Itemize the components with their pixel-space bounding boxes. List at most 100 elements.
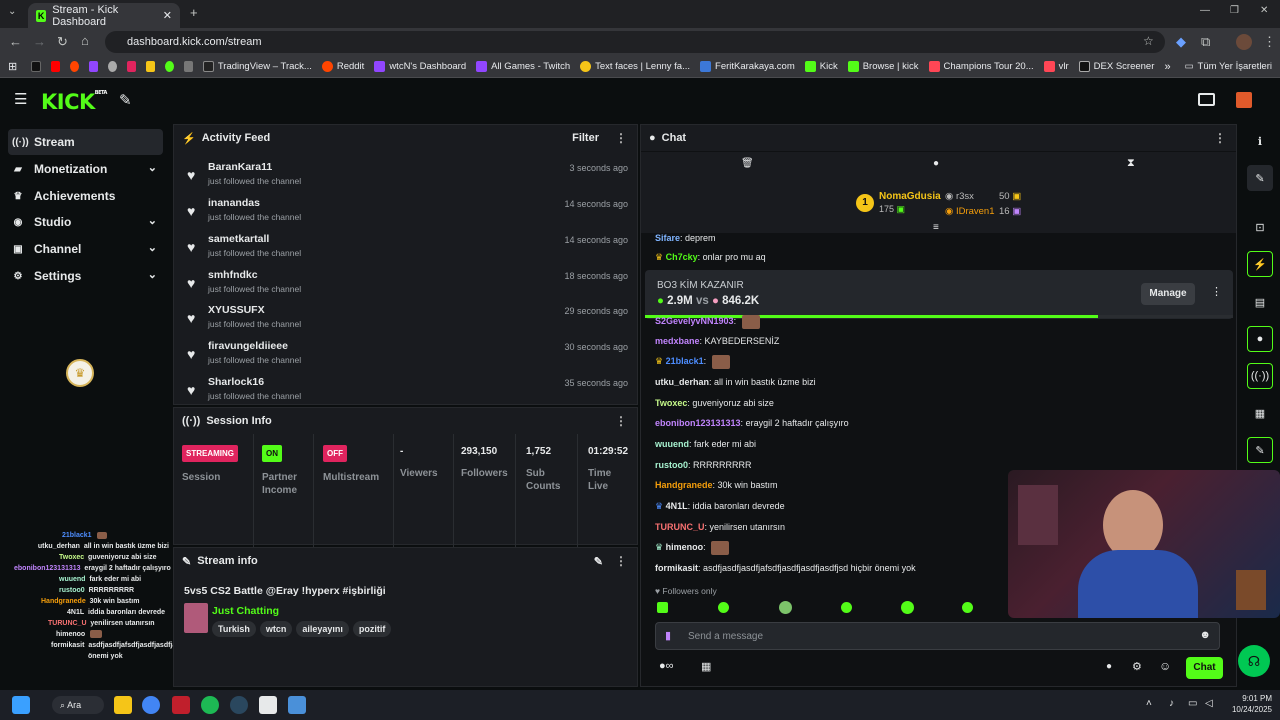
broadcast-icon[interactable]: ((·)) [1247,363,1273,389]
new-tab-icon[interactable]: + [190,5,198,20]
bookmark-tradingview[interactable]: TradingView – Track... [202,61,312,72]
clipboard-icon[interactable]: ▤ [1247,289,1273,315]
more-options-icon[interactable]: ⋮ [615,131,627,145]
collapse-icon[interactable]: ≡ [933,222,939,233]
emoji-icon[interactable]: ☻ [1199,629,1211,641]
more-options-icon[interactable]: ⋮ [615,414,627,428]
chat-settings-bubble-icon[interactable]: ● [1106,661,1112,672]
clock[interactable]: 9:01 PM 10/24/2025 [1222,693,1272,715]
x-bookmark-icon[interactable] [31,61,41,72]
tray-arrow-icon[interactable]: ˄ [1146,698,1152,709]
lightning-icon[interactable]: ⚡ [1247,251,1273,277]
steam-icon[interactable] [230,696,248,714]
bookmark-text-faces[interactable]: Text faces | Lenny fa... [580,61,690,72]
bookmark-vlr[interactable]: vlr [1043,61,1069,72]
y-bookmark-icon[interactable] [126,61,136,72]
sidebar-item-studio[interactable]: ◉ Studio ⌄ [8,209,163,235]
edit-icon[interactable]: ✎ [1247,165,1273,191]
youtube-bookmark-icon[interactable] [50,61,60,72]
tag[interactable]: wtcn [259,621,293,637]
notepad-icon[interactable] [288,696,306,714]
gear-icon[interactable]: ⚙ [1132,660,1142,673]
all-bookmarks-folder[interactable]: ▭ Tüm Yer İşaretleri [1185,61,1272,72]
menu-icon[interactable]: ⋮ [1263,34,1276,50]
wrench-icon[interactable]: ✎ [1247,437,1273,463]
globe-bookmark-icon[interactable] [107,61,117,72]
extensions-puzzle-icon[interactable]: ⧉ [1201,34,1210,50]
bookmark-browse-kick[interactable]: Browse | kick [847,61,919,72]
sidebar-item-settings[interactable]: ⚙ Settings ⌄ [8,263,163,289]
emote-picker-icon[interactable]: ☺ [1159,659,1171,673]
emote-icon[interactable] [962,602,973,613]
browser-tab[interactable]: K Stream - Kick Dashboard ✕ [28,3,180,28]
category-thumbnail[interactable] [184,603,208,633]
maximize-icon[interactable]: ❐ [1230,5,1239,16]
bookmark-kick[interactable]: Kick [804,61,838,72]
sidebar-item-channel[interactable]: ▣ Channel ⌄ [8,236,163,262]
bookmark-reddit[interactable]: Reddit [321,61,364,72]
tab-list-icon[interactable]: ⌄ [8,6,16,17]
send-chat-button[interactable]: Chat [1186,657,1223,679]
kick-logo[interactable]: KICKBETA [41,90,107,114]
more-options-icon[interactable]: ⋮ [615,554,627,568]
hamburger-menu-icon[interactable]: ☰ [14,90,27,108]
back-icon[interactable]: ← [9,34,22,49]
mic-tray-icon[interactable]: ♪ [1169,698,1174,709]
url-field[interactable]: dashboard.kick.com/stream [105,31,1165,53]
hourglass-icon[interactable]: ⧗ [1127,157,1135,170]
bookmark-dex-screener[interactable]: DEX Screener [1078,61,1154,72]
app-icon[interactable] [172,696,190,714]
mic-icon[interactable]: ▮ [665,629,671,642]
edit-pencil-icon[interactable]: ✎ [594,555,603,568]
bookmark-star-icon[interactable]: ☆ [1143,34,1154,48]
sidebar-item-stream[interactable]: ((·)) Stream [8,129,163,155]
network-icon[interactable]: ▭ [1188,698,1197,709]
tag[interactable]: Turkish [212,621,256,637]
emote-icon[interactable] [841,602,852,613]
more-options-icon[interactable]: ⋮ [1214,131,1226,145]
info-icon[interactable]: ℹ [1247,128,1273,154]
twitch-bookmark-icon[interactable] [88,61,98,72]
more-bookmarks-icon[interactable]: » [1164,61,1170,73]
layout-icon[interactable]: ▦ [1247,400,1273,426]
close-tab-icon[interactable]: ✕ [163,9,172,22]
creator-icon[interactable] [1198,93,1215,106]
bookmark-all-games-twitch[interactable]: All Games - Twitch [476,61,570,72]
spotify-icon[interactable] [201,696,219,714]
poll-more-icon[interactable]: ⋮ [1211,285,1222,298]
volume-icon[interactable]: ◁ [1205,698,1213,709]
emote-icon[interactable] [718,602,729,613]
tools-icon[interactable]: ✎ [119,91,132,109]
screen-capture-icon[interactable]: ⊡ [1247,214,1273,240]
obs-icon[interactable] [259,696,277,714]
category-link[interactable]: Just Chatting [212,605,279,617]
bookmark-wtcn-dashboard[interactable]: wtcN's Dashboard [374,61,466,72]
filter-button[interactable]: Filter [572,132,599,144]
channel-avatar[interactable] [1236,92,1252,108]
g-bookmark-icon[interactable] [145,61,155,72]
taskbar-search[interactable]: ⌕ Ara [52,696,104,714]
sidebar-item-achievements[interactable]: ♛ Achievements [8,183,163,209]
minimize-icon[interactable]: — [1200,5,1210,16]
windows-start-icon[interactable] [12,696,30,714]
trash-icon[interactable]: 🗑 [741,158,754,169]
emote-icon[interactable] [901,601,914,614]
reload-icon[interactable]: ↻ [57,34,68,50]
sidebar-item-monetization[interactable]: ▰ Monetization ⌄ [8,156,163,182]
bookmark-champions-tour[interactable]: Champions Tour 20... [928,61,1034,72]
profile-avatar[interactable] [1236,34,1252,50]
green-bookmark-icon[interactable] [164,61,174,72]
points-infinity-icon[interactable]: ●∞ [659,660,674,672]
chrome-icon[interactable] [142,696,160,714]
emote-icon[interactable] [779,601,792,614]
chat-bubble-icon[interactable]: ● [933,158,939,169]
tag[interactable]: aileyayını [296,621,349,637]
chat-input[interactable]: ▮ Send a message ☻ [655,622,1220,650]
apps-grid-icon[interactable]: ⊞ [8,60,17,73]
support-headset-icon[interactable]: ☊ [1238,645,1270,677]
emote-icon[interactable] [657,602,668,613]
tag[interactable]: pozitif [352,621,392,637]
forward-icon[interactable]: → [33,34,46,49]
bookmark-feritkarakaya[interactable]: FeritKarakaya.com [700,61,795,72]
file-explorer-icon[interactable] [114,696,132,714]
